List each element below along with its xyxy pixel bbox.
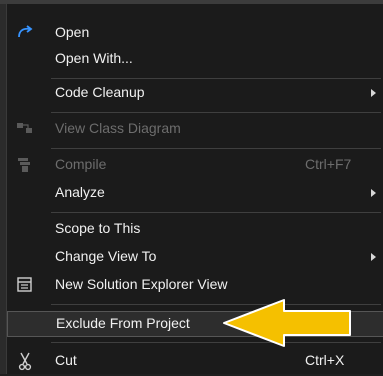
scissors-icon — [15, 351, 35, 371]
menu-item-view-class-diagram: View Class Diagram — [7, 116, 383, 142]
submenu-arrow-icon — [371, 189, 376, 197]
menu-item-code-cleanup[interactable]: Code Cleanup — [7, 80, 383, 106]
submenu-arrow-icon — [371, 89, 376, 97]
menu-item-compile: Compile Ctrl+F7 — [7, 152, 383, 178]
menu-item-label: Cut — [55, 352, 77, 368]
menu-item-label: Analyze — [55, 184, 105, 200]
menu-item-open-with[interactable]: Open With... — [7, 46, 383, 72]
menu-item-label: Exclude From Project — [56, 315, 190, 331]
menu-item-label: New Solution Explorer View — [55, 276, 228, 292]
submenu-arrow-icon — [371, 253, 376, 261]
solution-explorer-icon — [15, 275, 35, 295]
menu-item-analyze[interactable]: Analyze — [7, 180, 383, 206]
menu-item-cut[interactable]: Cut Ctrl+X — [7, 348, 383, 374]
menu-item-change-view-to[interactable]: Change View To — [7, 244, 383, 270]
menu-item-label: View Class Diagram — [55, 120, 181, 136]
menu-separator — [51, 78, 381, 79]
menu-item-scope-to-this[interactable]: Scope to This — [7, 216, 383, 242]
menu-item-shortcut: Ctrl+F7 — [305, 156, 352, 172]
menu-item-shortcut: Ctrl+X — [305, 352, 345, 368]
menu-item-label: Open — [55, 24, 90, 40]
menu-item-open[interactable]: Open — [7, 20, 383, 46]
menu-item-label: Code Cleanup — [55, 84, 145, 100]
menu-separator — [51, 148, 381, 149]
open-arrow-icon — [15, 23, 35, 43]
menu-item-new-solution-explorer-view[interactable]: New Solution Explorer View — [7, 272, 383, 298]
menu-separator — [51, 112, 381, 113]
menu-separator — [51, 212, 381, 213]
menu-item-label: Open With... — [55, 50, 133, 66]
class-diagram-icon — [15, 119, 35, 139]
menu-item-label: Change View To — [55, 248, 157, 264]
menu-item-label: Scope to This — [55, 220, 141, 236]
compile-icon — [15, 155, 35, 175]
menu-item-label: Compile — [55, 156, 107, 172]
pointer-arrow-icon — [223, 299, 351, 347]
